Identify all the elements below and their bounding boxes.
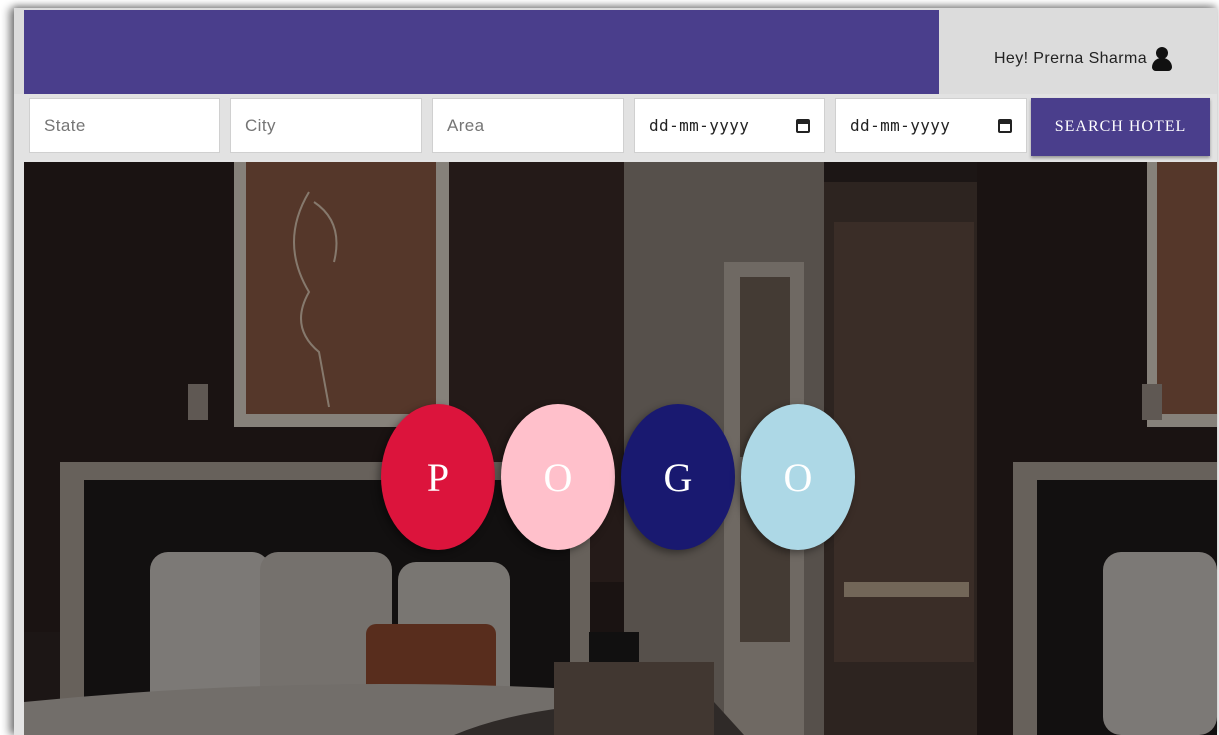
logo-circle-g: G [621, 404, 735, 550]
checkin-date-input[interactable]: dd-mm-yyyy [634, 98, 825, 153]
area-placeholder: Area [447, 115, 485, 135]
city-input[interactable]: City [230, 98, 422, 153]
greeting-text: Hey! Prerna Sharma [993, 50, 1147, 67]
state-input[interactable]: State [29, 98, 220, 153]
logo-letter: P [426, 454, 450, 500]
user-icon [1151, 46, 1173, 72]
top-header: Hey! Prerna Sharma [14, 8, 1217, 94]
pogo-logo: P O G O [381, 404, 861, 554]
brand-bar [24, 10, 939, 94]
user-greeting[interactable]: Hey! Prerna Sharma [994, 46, 1173, 72]
logo-letter: O [543, 454, 573, 500]
search-bar: State City Area dd-mm-yyyy dd-mm-yyyy SE… [14, 94, 1217, 160]
area-input[interactable]: Area [432, 98, 624, 153]
hero-banner: P O G O [24, 162, 1217, 735]
calendar-icon[interactable] [998, 118, 1012, 133]
checkin-value: dd-mm-yyyy [649, 116, 750, 135]
state-placeholder: State [44, 115, 86, 135]
city-placeholder: City [245, 115, 276, 135]
checkout-date-input[interactable]: dd-mm-yyyy [835, 98, 1027, 153]
logo-circle-p: P [381, 404, 495, 550]
logo-circle-o1: O [501, 404, 615, 550]
search-hotel-button[interactable]: SEARCH HOTEL [1031, 98, 1210, 156]
hotel-room-image-repeat [977, 162, 1217, 735]
calendar-icon[interactable] [796, 118, 810, 133]
logo-letter: O [783, 454, 813, 500]
logo-circle-o2: O [741, 404, 855, 550]
logo-letter: G [663, 454, 693, 500]
checkout-value: dd-mm-yyyy [850, 116, 951, 135]
app-window: Hey! Prerna Sharma State City Area dd-mm… [14, 8, 1217, 735]
